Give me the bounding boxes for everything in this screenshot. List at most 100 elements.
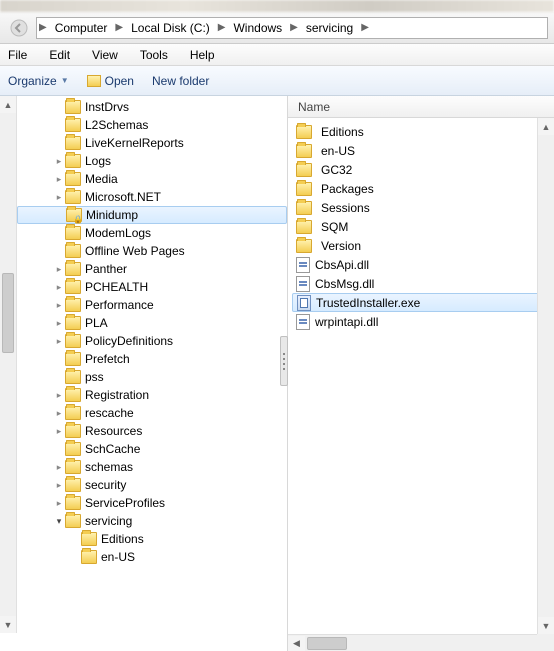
tree-item[interactable]: Prefetch (17, 350, 287, 368)
expand-icon[interactable]: ▸ (53, 390, 65, 401)
column-name[interactable]: Name (298, 100, 330, 114)
tree-item[interactable]: ▸Panther (17, 260, 287, 278)
list-item[interactable]: wrpintapi.dll (288, 312, 554, 331)
tree-item[interactable]: ▸Media (17, 170, 287, 188)
tree-scrollbar[interactable]: ▲ ▼ (0, 96, 17, 633)
scroll-thumb[interactable] (307, 637, 347, 650)
menu-view[interactable]: View (88, 46, 122, 64)
list-item[interactable]: CbsMsg.dll (288, 274, 554, 293)
breadcrumb-segment[interactable]: Computer (49, 18, 114, 38)
breadcrumb-segment[interactable]: Local Disk (C:) (125, 18, 216, 38)
expand-icon[interactable]: ▸ (53, 336, 65, 347)
back-button[interactable] (6, 16, 32, 40)
scroll-left-icon[interactable]: ◀ (288, 636, 305, 651)
list-item[interactable]: CbsApi.dll (288, 255, 554, 274)
tree-item[interactable]: ▾servicing (17, 512, 287, 530)
folder-icon (296, 201, 312, 215)
tree-item[interactable]: ▸Logs (17, 152, 287, 170)
list-item[interactable]: Sessions (288, 198, 554, 217)
tree-item[interactable]: LiveKernelReports (17, 134, 287, 152)
tree-item-label: Prefetch (85, 352, 130, 366)
breadcrumb[interactable]: ▶ Computer ▶ Local Disk (C:) ▶ Windows ▶… (36, 17, 548, 39)
expand-icon[interactable]: ▸ (53, 282, 65, 293)
splitter-handle[interactable] (280, 336, 288, 386)
expand-icon[interactable]: ▸ (53, 462, 65, 473)
list-item-label: CbsApi.dll (315, 258, 369, 272)
folder-icon (65, 388, 81, 402)
expand-icon[interactable]: ▸ (53, 300, 65, 311)
tree-item[interactable]: ModemLogs (17, 224, 287, 242)
new-folder-button[interactable]: New folder (152, 74, 209, 88)
open-label: Open (105, 74, 134, 88)
tree-item-label: PCHEALTH (85, 280, 148, 294)
list-item[interactable]: GC32 (288, 160, 554, 179)
scroll-up-icon[interactable]: ▲ (0, 96, 16, 113)
scroll-up-icon[interactable]: ▲ (538, 118, 554, 135)
chevron-down-icon: ▼ (61, 76, 69, 85)
expand-icon[interactable]: ▸ (53, 264, 65, 275)
tree-item[interactable]: ▸ PCHEALTH (17, 278, 287, 296)
tree-item[interactable]: ▸Microsoft.NET (17, 188, 287, 206)
tree-item[interactable]: InstDrvs (17, 98, 287, 116)
tree-item[interactable]: Offline Web Pages (17, 242, 287, 260)
list-item[interactable]: TrustedInstaller.exe (292, 293, 550, 312)
menu-help[interactable]: Help (186, 46, 219, 64)
tree-item[interactable]: Minidump (17, 206, 287, 224)
open-button[interactable]: Open (87, 74, 134, 88)
list-hscrollbar[interactable]: ◀ (288, 634, 537, 651)
breadcrumb-segment[interactable]: servicing (300, 18, 359, 38)
list-item-label: en-US (321, 144, 355, 158)
expand-icon[interactable]: ▸ (53, 408, 65, 419)
expand-icon[interactable]: ▸ (53, 318, 65, 329)
tree-item[interactable]: Editions (17, 530, 287, 548)
folder-icon (65, 352, 81, 366)
expand-icon[interactable]: ▸ (53, 192, 65, 203)
list-item[interactable]: Editions (288, 122, 554, 141)
list-header[interactable]: Name (288, 96, 554, 118)
folder-icon (65, 136, 81, 150)
tree-item[interactable]: ▸Performance (17, 296, 287, 314)
tree-item[interactable]: ▸ServiceProfiles (17, 494, 287, 512)
tree-item[interactable]: ▸PLA (17, 314, 287, 332)
tree-item[interactable]: SchCache (17, 440, 287, 458)
tree-item[interactable]: ▸rescache (17, 404, 287, 422)
list-item-label: wrpintapi.dll (315, 315, 378, 329)
collapse-icon[interactable]: ▾ (53, 516, 65, 527)
tree-item-label: Minidump (86, 208, 138, 222)
list-item[interactable]: Version (288, 236, 554, 255)
tree-item[interactable]: pss (17, 368, 287, 386)
breadcrumb-segment[interactable]: Windows (227, 18, 288, 38)
expand-icon[interactable]: ▸ (53, 174, 65, 185)
locked-folder-icon (66, 208, 82, 222)
list-vscrollbar[interactable]: ▲ ▼ (537, 118, 554, 634)
chevron-right-icon: ▶ (288, 22, 300, 33)
expand-icon[interactable]: ▸ (53, 156, 65, 167)
expand-icon[interactable]: ▸ (53, 498, 65, 509)
chevron-right-icon: ▶ (359, 22, 371, 33)
tree-item-label: en-US (101, 550, 135, 564)
tree-item[interactable]: L2Schemas (17, 116, 287, 134)
folder-icon (296, 144, 312, 158)
list-item[interactable]: Packages (288, 179, 554, 198)
expand-icon[interactable]: ▸ (53, 426, 65, 437)
menu-file[interactable]: File (4, 46, 31, 64)
menu-tools[interactable]: Tools (136, 46, 172, 64)
menu-edit[interactable]: Edit (45, 46, 74, 64)
scroll-thumb[interactable] (2, 273, 14, 353)
dll-file-icon (296, 314, 310, 330)
tree-item[interactable]: ▸schemas (17, 458, 287, 476)
tree-item[interactable]: ▸ security (17, 476, 287, 494)
scroll-down-icon[interactable]: ▼ (538, 617, 554, 634)
expand-icon[interactable]: ▸ (53, 480, 65, 491)
scroll-down-icon[interactable]: ▼ (0, 616, 16, 633)
tree-item[interactable]: ▸PolicyDefinitions (17, 332, 287, 350)
tree-item[interactable]: en-US (17, 548, 287, 566)
tree-item-label: security (85, 478, 126, 492)
tree-item[interactable]: ▸Registration (17, 386, 287, 404)
scroll-track[interactable] (0, 113, 16, 616)
list-item[interactable]: SQM (288, 217, 554, 236)
tree-item-label: Editions (101, 532, 144, 546)
tree-item[interactable]: ▸Resources (17, 422, 287, 440)
list-item[interactable]: en-US (288, 141, 554, 160)
organize-button[interactable]: Organize ▼ (8, 74, 69, 88)
